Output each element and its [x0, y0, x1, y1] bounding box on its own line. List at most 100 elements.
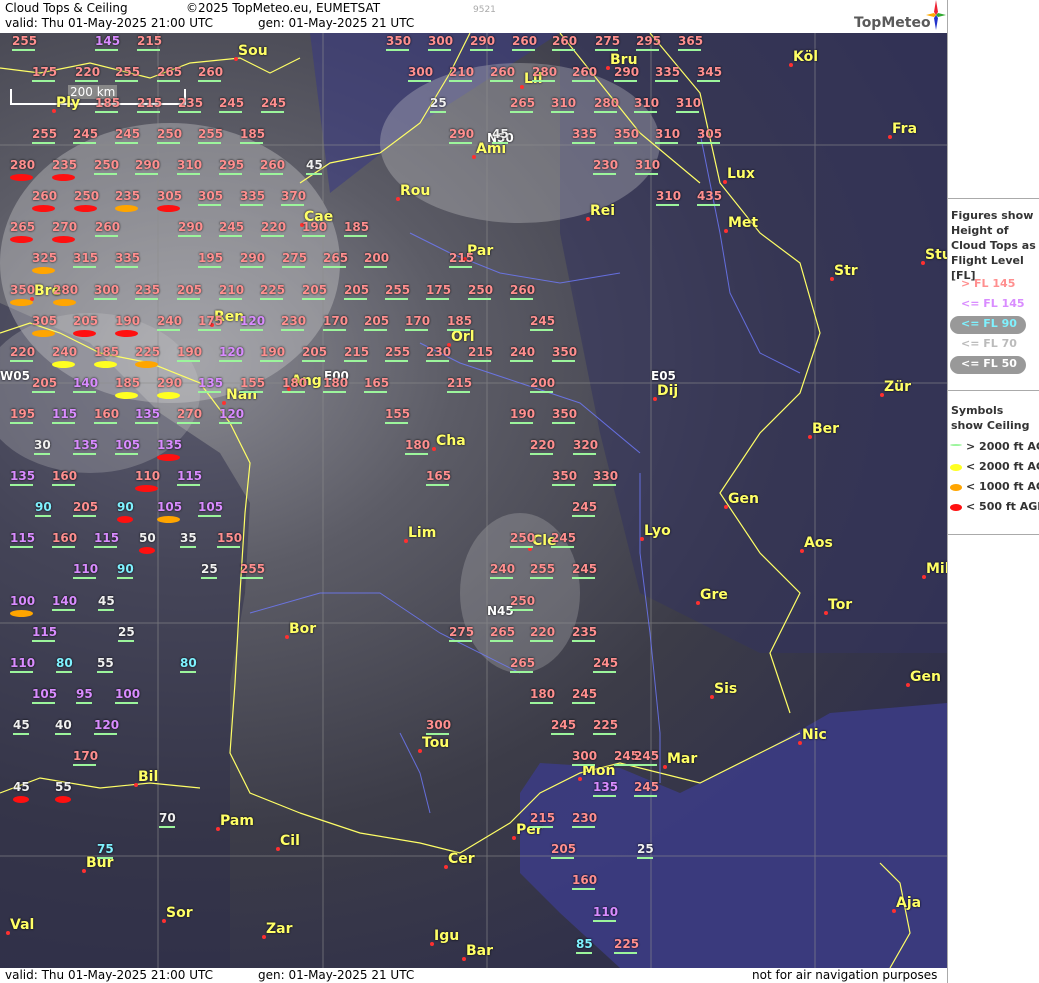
- cloud-top-value: 435: [697, 189, 723, 203]
- ceiling-underline: [282, 266, 305, 268]
- cloud-top-value: 305: [157, 189, 183, 203]
- cloud-top-value: 255: [530, 562, 556, 576]
- cloud-top-value: 150: [217, 531, 243, 545]
- ceiling-symbol: [55, 796, 71, 803]
- legend-symbol-label: > 2000 ft AGL: [966, 440, 1039, 453]
- ceiling-underline: [219, 360, 242, 362]
- cloud-top-value: 250: [157, 127, 183, 141]
- ceiling-underline: [73, 453, 96, 455]
- ceiling-underline: [510, 298, 533, 300]
- ceiling-underline: [510, 671, 533, 673]
- ceiling-underline: [634, 764, 657, 766]
- cloud-top-value: 230: [572, 811, 598, 825]
- cloud-top-value: 80: [180, 656, 197, 670]
- cloud-top-value: 350: [552, 407, 578, 421]
- ceiling-underline: [73, 577, 96, 579]
- legend-symbol: [950, 464, 962, 471]
- ceiling-underline: [530, 702, 553, 704]
- ceiling-underline: [572, 515, 595, 517]
- ceiling-underline: [73, 266, 96, 268]
- legend-item-label: <= FL 90: [961, 317, 1017, 330]
- ceiling-underline: [13, 733, 29, 735]
- ceiling-underline: [635, 173, 658, 175]
- ceiling-underline: [593, 671, 616, 673]
- ceiling-symbol: [32, 330, 55, 337]
- cloud-top-value: 80: [56, 656, 73, 670]
- cloud-top-value: 245: [530, 314, 556, 328]
- cloud-top-value: 265: [510, 656, 536, 670]
- cloud-top-value: 210: [449, 65, 475, 79]
- image-code: 9521: [473, 5, 496, 15]
- cloud-top-value: 255: [12, 34, 38, 48]
- city-label: Lim: [408, 525, 437, 541]
- cloud-top-value: 160: [52, 469, 78, 483]
- ceiling-underline: [385, 298, 408, 300]
- legend-symbol-label: < 500 ft AGL: [966, 500, 1039, 513]
- valid-time: valid: Thu 01-May-2025 21:00 UTC: [5, 16, 214, 30]
- city-label: Igu: [434, 928, 460, 944]
- ceiling-underline: [219, 298, 242, 300]
- ceiling-underline: [10, 671, 33, 673]
- cloud-top-value: 310: [655, 127, 681, 141]
- cloud-top-value: 135: [73, 438, 99, 452]
- cloud-top-value: 255: [240, 562, 266, 576]
- city-label: Ply: [56, 95, 81, 111]
- cloud-top-value: 245: [219, 96, 245, 110]
- cloud-top-value: 205: [302, 345, 328, 359]
- ceiling-underline: [614, 142, 637, 144]
- ceiling-underline: [593, 920, 616, 922]
- cloud-top-value: 190: [260, 345, 286, 359]
- ceiling-underline: [198, 391, 221, 393]
- cloud-top-value: 225: [614, 937, 640, 951]
- ceiling-underline: [552, 422, 575, 424]
- cloud-top-value: 120: [94, 718, 120, 732]
- ceiling-symbol: [73, 330, 96, 337]
- ceiling-underline: [157, 329, 180, 331]
- ceiling-underline: [302, 235, 325, 237]
- cloud-top-value: 155: [385, 407, 411, 421]
- cloud-top-value: 195: [10, 407, 36, 421]
- cloud-top-value: 200: [530, 376, 556, 390]
- cloud-top-value: 260: [198, 65, 224, 79]
- ceiling-symbol: [52, 174, 75, 181]
- ceiling-underline: [490, 640, 513, 642]
- ceiling-underline: [490, 577, 513, 579]
- ceiling-symbol: [115, 330, 138, 337]
- city-label: Aja: [896, 895, 922, 911]
- ceiling-underline: [198, 515, 221, 517]
- ceiling-underline: [323, 391, 346, 393]
- cloud-top-value: 275: [595, 34, 621, 48]
- ceiling-underline: [198, 80, 221, 82]
- legend-symbols-title: Symbols show Ceiling: [951, 404, 1030, 432]
- cloud-top-value: 105: [115, 438, 141, 452]
- ceiling-underline: [656, 204, 679, 206]
- ceiling-underline: [530, 453, 553, 455]
- cloud-top-value: 170: [323, 314, 349, 328]
- ceiling-underline: [217, 546, 240, 548]
- cloud-top-value: 175: [426, 283, 452, 297]
- ceiling-underline: [219, 173, 242, 175]
- ceiling-underline: [115, 453, 138, 455]
- city-label: Cil: [280, 833, 300, 849]
- ceiling-underline: [73, 764, 96, 766]
- cloud-top-value: 270: [52, 220, 78, 234]
- cloud-top-value: 250: [510, 531, 536, 545]
- ceiling-underline: [118, 640, 134, 642]
- cloud-top-value: 180: [530, 687, 556, 701]
- ceiling-underline: [94, 733, 117, 735]
- cloud-top-value: 190: [177, 345, 203, 359]
- ceiling-underline: [426, 360, 449, 362]
- legend-symbol: [950, 484, 962, 491]
- cloud-top-value: 140: [73, 376, 99, 390]
- cloud-top-value: 180: [323, 376, 349, 390]
- cloud-top-value: 45: [13, 718, 30, 732]
- city-label: Cer: [448, 851, 475, 867]
- ceiling-underline: [157, 80, 180, 82]
- ceiling-underline: [135, 298, 158, 300]
- cloud-top-value: 230: [593, 158, 619, 172]
- ceiling-underline: [634, 111, 657, 113]
- cloud-top-value: 175: [32, 65, 58, 79]
- ceiling-underline: [449, 142, 472, 144]
- cloud-top-value: 260: [512, 34, 538, 48]
- ceiling-underline: [426, 733, 449, 735]
